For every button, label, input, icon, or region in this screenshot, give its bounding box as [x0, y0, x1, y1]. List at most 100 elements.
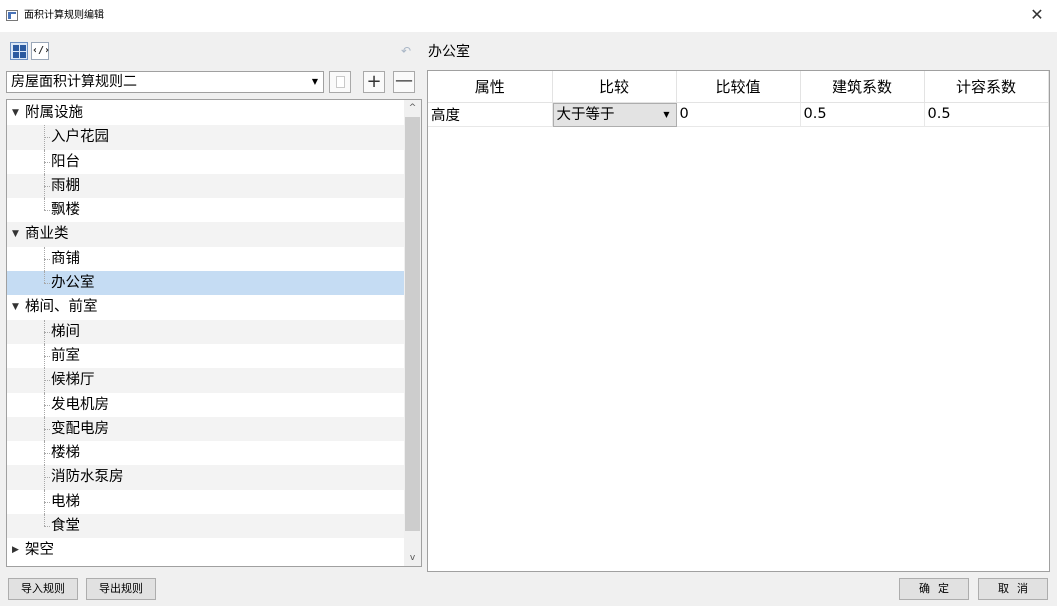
- compare-select-value: 大于等于: [556, 106, 615, 123]
- tree-category-label: 梯间、前室: [25, 299, 98, 316]
- cancel-button[interactable]: 取消: [978, 578, 1048, 600]
- expanded-arrow-icon[interactable]: ▼: [12, 222, 19, 246]
- tree-item-label: 入户花园: [51, 129, 109, 146]
- tree-scrollbar[interactable]: ^ v: [404, 100, 421, 566]
- tree-item-label: 前室: [51, 347, 80, 364]
- window-title: 面积计算规则编辑: [24, 10, 104, 21]
- tree-item-label: 电梯: [51, 493, 80, 510]
- cell-building-coef[interactable]: 0.5: [800, 102, 925, 127]
- cell-compare[interactable]: 大于等于 ▼: [552, 102, 677, 127]
- tree-category[interactable]: ▼ 附属设施: [7, 101, 404, 125]
- collapsed-arrow-icon[interactable]: ▶: [12, 538, 19, 562]
- tree-item[interactable]: 楼梯: [7, 441, 404, 466]
- tree-item[interactable]: 阳台: [7, 149, 404, 174]
- tree-category-label: 附属设施: [25, 105, 83, 121]
- category-tree: ▼ 附属设施入户花园阳台雨棚飘楼 ▼ 商业类商铺办公室 ▼ 梯间、前室梯间前室候梯厅发电机…: [6, 99, 422, 567]
- area-rule-editor-window: 面积计算规则编辑 ✕ ‹/› ↶ 房屋面积计算规则二 ▼ + — ▼ 附属设施入户…: [0, 0, 1057, 606]
- tree-category-label: 架空: [25, 542, 54, 559]
- tree-guide-line: [44, 331, 50, 333]
- chevron-down-icon: ▼: [663, 109, 670, 119]
- tree-item[interactable]: 入户花园: [7, 125, 404, 150]
- selected-item-title: 办公室: [428, 44, 470, 60]
- tree-item[interactable]: 办公室: [7, 271, 404, 296]
- rule-set-select-value: 房屋面积计算规则二: [11, 74, 137, 90]
- export-rules-button[interactable]: 导出规则: [86, 578, 156, 600]
- tree-guide-line: [44, 526, 50, 528]
- copy-icon: [336, 76, 345, 88]
- tree-item-label: 商铺: [51, 250, 80, 267]
- tree-guide-line: [44, 380, 50, 382]
- tree-guide-line: [44, 501, 50, 503]
- tree-item-label: 候梯厅: [51, 372, 95, 389]
- cell-attribute[interactable]: 高度: [428, 102, 553, 127]
- tree-item[interactable]: 发电机房: [7, 392, 404, 417]
- tree-item-label: 雨棚: [51, 177, 80, 194]
- tree-item-label: 变配电房: [51, 420, 109, 437]
- tree-item[interactable]: 食堂: [7, 514, 404, 539]
- tree-item[interactable]: 前室: [7, 343, 404, 369]
- table-row[interactable]: 高度 大于等于 ▼ 0 0.5 0.5: [428, 102, 1049, 127]
- tree-item-label: 发电机房: [51, 396, 109, 413]
- compare-select[interactable]: 大于等于 ▼: [552, 102, 677, 127]
- tree-item[interactable]: 消防水泵房: [7, 465, 404, 490]
- tree-item-label: 消防水泵房: [51, 469, 124, 486]
- column-header-building-coef[interactable]: 建筑系数: [800, 71, 925, 103]
- tree-item[interactable]: 飘楼: [7, 198, 404, 222]
- scroll-down-icon[interactable]: v: [404, 550, 421, 566]
- copy-rule-button[interactable]: [329, 71, 351, 93]
- rule-set-select[interactable]: 房屋面积计算规则二 ▼: [6, 71, 324, 93]
- expanded-arrow-icon[interactable]: ▼: [12, 295, 19, 319]
- tree-item-label: 楼梯: [51, 445, 80, 462]
- tree-category[interactable]: ▼ 梯间、前室: [7, 295, 404, 319]
- remove-rule-button[interactable]: —: [393, 71, 415, 93]
- grid-view-icon[interactable]: [10, 42, 28, 60]
- tree-guide-line: [44, 477, 50, 479]
- expanded-arrow-icon[interactable]: ▼: [12, 101, 19, 125]
- ok-button[interactable]: 确定: [899, 578, 969, 600]
- rule-table-panel: 属性 比较 比较值 建筑系数 计容系数 高度 大于等于 ▼ 0 0.5 0.5: [427, 70, 1050, 572]
- tree-item[interactable]: 电梯: [7, 489, 404, 515]
- import-rules-button[interactable]: 导入规则: [8, 578, 78, 600]
- tree-guide-line: [44, 161, 50, 163]
- add-rule-button[interactable]: +: [363, 71, 385, 93]
- tree-guide-line: [44, 404, 50, 406]
- tree-guide-line: [44, 258, 50, 260]
- tree-guide-line: [44, 355, 50, 357]
- cell-plot-coef[interactable]: 0.5: [924, 102, 1049, 127]
- column-header-compare[interactable]: 比较: [552, 71, 677, 103]
- tree-item-label: 办公室: [51, 275, 95, 292]
- tree-item-label: 阳台: [51, 153, 80, 170]
- code-view-icon[interactable]: ‹/›: [31, 42, 50, 60]
- table-header-row: 属性 比较 比较值 建筑系数 计容系数: [428, 71, 1049, 103]
- tree-guide-line: [44, 137, 50, 139]
- tree-item[interactable]: 雨棚: [7, 173, 404, 199]
- tree-item-label: 梯间: [51, 323, 80, 340]
- column-header-attribute[interactable]: 属性: [428, 71, 553, 103]
- scroll-thumb[interactable]: [405, 117, 420, 531]
- close-icon[interactable]: ✕: [1017, 0, 1057, 30]
- tree-guide-line: [44, 283, 50, 285]
- tree-guide-line: [44, 271, 45, 284]
- tree-item[interactable]: 梯间: [7, 319, 404, 344]
- column-header-compare-value[interactable]: 比较值: [676, 71, 801, 103]
- tree-guide-line: [44, 514, 45, 527]
- tree-item[interactable]: 候梯厅: [7, 368, 404, 393]
- scroll-up-icon[interactable]: ^: [404, 100, 421, 116]
- tree-category[interactable]: ▶ 架空: [7, 538, 404, 562]
- undo-icon[interactable]: ↶: [397, 42, 415, 60]
- tree-item[interactable]: 商铺: [7, 246, 404, 272]
- title-bar: 面积计算规则编辑 ✕: [0, 0, 1057, 32]
- column-header-plot-coef[interactable]: 计容系数: [924, 71, 1049, 103]
- tree-category-label: 商业类: [25, 226, 69, 243]
- tree-guide-line: [44, 198, 45, 211]
- chevron-down-icon: ▼: [311, 77, 318, 86]
- tree-item[interactable]: 变配电房: [7, 416, 404, 442]
- rule-table: 属性 比较 比较值 建筑系数 计容系数 高度 大于等于 ▼ 0 0.5 0.5: [428, 71, 1049, 127]
- cell-compare-value[interactable]: 0: [676, 102, 801, 127]
- tree-category[interactable]: ▼ 商业类: [7, 222, 404, 247]
- category-tree-list: ▼ 附属设施入户花园阳台雨棚飘楼 ▼ 商业类商铺办公室 ▼ 梯间、前室梯间前室候梯厅发电机…: [7, 101, 404, 563]
- tree-guide-line: [44, 210, 50, 212]
- tree-item-label: 飘楼: [51, 202, 80, 219]
- tree-guide-line: [44, 453, 50, 455]
- tree-guide-line: [44, 185, 50, 187]
